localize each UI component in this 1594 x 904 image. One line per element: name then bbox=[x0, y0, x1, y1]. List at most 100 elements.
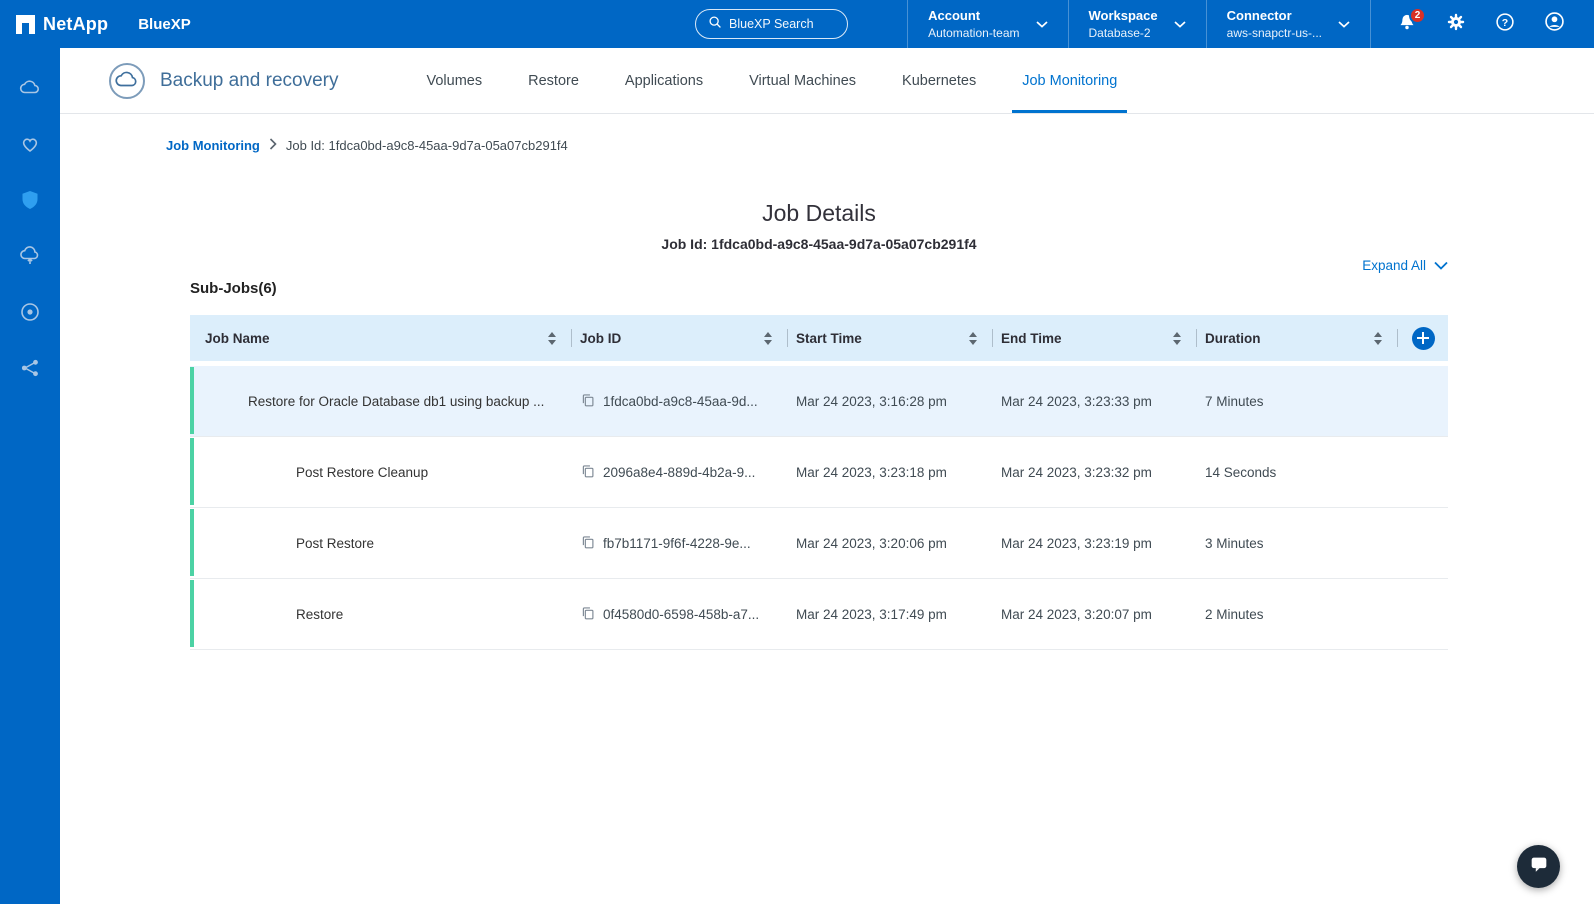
account-icon bbox=[1543, 10, 1566, 38]
chevron-down-icon bbox=[1036, 15, 1048, 33]
page: NetApp BlueXP Account Automation-team Wo… bbox=[0, 0, 1594, 904]
main-content: Job Monitoring Job Id: 1fdca0bd-a9c8-45a… bbox=[60, 114, 1594, 904]
expand-row: Expand All bbox=[190, 256, 1448, 274]
start-time-cell: Mar 24 2023, 3:17:49 pm bbox=[788, 607, 993, 622]
job-id-text: fb7b1171-9f6f-4228-9e... bbox=[603, 536, 751, 551]
sort-icon[interactable] bbox=[764, 332, 772, 345]
connector-menu[interactable]: Connector aws-snapctr-us-... bbox=[1206, 0, 1370, 48]
column-header-job-id[interactable]: Job ID bbox=[572, 315, 788, 361]
tab-restore[interactable]: Restore bbox=[528, 48, 579, 113]
breadcrumb-job-monitoring-link[interactable]: Job Monitoring bbox=[166, 138, 260, 153]
chevron-down-icon bbox=[1174, 15, 1186, 33]
duration-cell: 7 Minutes bbox=[1197, 394, 1398, 409]
copy-icon[interactable] bbox=[580, 534, 596, 553]
tab-virtual-machines[interactable]: Virtual Machines bbox=[749, 48, 856, 113]
start-time-cell: Mar 24 2023, 3:20:06 pm bbox=[788, 536, 993, 551]
sidebar-item-extensions[interactable] bbox=[18, 356, 42, 380]
table-row[interactable]: Restore 0f4580d0-6598-458b-a7... Mar 24 … bbox=[190, 579, 1448, 650]
table-row[interactable]: Restore for Oracle Database db1 using ba… bbox=[190, 366, 1448, 437]
table-row[interactable]: Post Restore Cleanup 2096a8e4-889d-4b2a-… bbox=[190, 437, 1448, 508]
sidebar-item-governance[interactable] bbox=[18, 300, 42, 324]
left-sidebar bbox=[0, 48, 60, 904]
subjobs-table: Job Name Job ID Start Time End Time bbox=[190, 315, 1448, 650]
help-button[interactable]: ? bbox=[1493, 12, 1517, 36]
sort-icon[interactable] bbox=[1173, 332, 1181, 345]
expand-all-button[interactable]: Expand All bbox=[1362, 256, 1448, 274]
duration-cell: 3 Minutes bbox=[1197, 536, 1398, 551]
chat-icon bbox=[1528, 853, 1550, 880]
add-column-button[interactable] bbox=[1412, 327, 1435, 350]
job-id-subtitle: Job Id: 1fdca0bd-a9c8-45aa-9d7a-05a07cb2… bbox=[190, 236, 1448, 252]
job-id-cell: 2096a8e4-889d-4b2a-9... bbox=[572, 463, 788, 482]
breadcrumb: Job Monitoring Job Id: 1fdca0bd-a9c8-45a… bbox=[166, 136, 1594, 154]
notification-badge: 2 bbox=[1409, 7, 1426, 24]
bluexp-product-text: BlueXP bbox=[138, 16, 191, 33]
chat-button[interactable] bbox=[1517, 845, 1560, 888]
svg-text:?: ? bbox=[1502, 16, 1508, 28]
start-time-cell: Mar 24 2023, 3:16:28 pm bbox=[788, 394, 993, 409]
column-header-duration[interactable]: Duration bbox=[1197, 315, 1398, 361]
sidebar-item-protection[interactable] bbox=[18, 188, 42, 212]
job-id-text: 2096a8e4-889d-4b2a-9... bbox=[603, 465, 755, 480]
service-title: Backup and recovery bbox=[160, 70, 339, 92]
account-menu[interactable]: Account Automation-team bbox=[907, 0, 1067, 48]
tab-job-monitoring[interactable]: Job Monitoring bbox=[1022, 48, 1117, 113]
chevron-down-icon bbox=[1338, 15, 1350, 33]
account-menu-label: Account bbox=[928, 8, 1019, 23]
service-header: Backup and recovery Volumes Restore Appl… bbox=[60, 48, 1594, 114]
sidebar-item-canvas[interactable] bbox=[18, 76, 42, 100]
table-row[interactable]: Post Restore fb7b1171-9f6f-4228-9e... Ma… bbox=[190, 508, 1448, 579]
help-icon: ? bbox=[1494, 11, 1516, 38]
bluexp-search[interactable] bbox=[695, 9, 848, 39]
protection-shield-icon bbox=[18, 199, 42, 216]
sidebar-item-mobility[interactable] bbox=[18, 244, 42, 268]
sort-icon[interactable] bbox=[548, 332, 556, 345]
subjobs-heading: Sub-Jobs(6) bbox=[190, 280, 1448, 297]
end-time-cell: Mar 24 2023, 3:23:19 pm bbox=[993, 536, 1197, 551]
column-label: Job ID bbox=[580, 331, 621, 346]
job-id-cell: 0f4580d0-6598-458b-a7... bbox=[572, 605, 788, 624]
tab-applications[interactable]: Applications bbox=[625, 48, 703, 113]
connector-menu-label: Connector bbox=[1227, 8, 1322, 23]
sort-icon[interactable] bbox=[969, 332, 977, 345]
workspace-menu-label: Workspace bbox=[1089, 8, 1158, 23]
sidebar-item-health[interactable] bbox=[18, 132, 42, 156]
health-icon bbox=[18, 143, 42, 160]
tab-kubernetes[interactable]: Kubernetes bbox=[902, 48, 976, 113]
job-id-text: 0f4580d0-6598-458b-a7... bbox=[603, 607, 759, 622]
column-header-start-time[interactable]: Start Time bbox=[788, 315, 993, 361]
netapp-logo-icon bbox=[16, 15, 35, 34]
service-tabs: Volumes Restore Applications Virtual Mac… bbox=[427, 48, 1118, 113]
column-header-end-time[interactable]: End Time bbox=[993, 315, 1197, 361]
user-account-button[interactable] bbox=[1542, 12, 1566, 36]
search-input[interactable] bbox=[729, 17, 834, 31]
job-details-section: Job Details Job Id: 1fdca0bd-a9c8-45aa-9… bbox=[190, 200, 1448, 650]
job-name-cell: Post Restore bbox=[190, 536, 572, 551]
add-column-cell bbox=[1398, 315, 1448, 361]
chevron-down-icon bbox=[1434, 258, 1448, 273]
top-right: Account Automation-team Workspace Databa… bbox=[907, 0, 1594, 48]
workspace-menu[interactable]: Workspace Database-2 bbox=[1068, 0, 1206, 48]
copy-icon[interactable] bbox=[580, 605, 596, 624]
copy-icon[interactable] bbox=[580, 463, 596, 482]
page-title: Job Details bbox=[190, 200, 1448, 227]
copy-icon[interactable] bbox=[580, 392, 596, 411]
job-id-text: 1fdca0bd-a9c8-45aa-9d... bbox=[603, 394, 758, 409]
end-time-cell: Mar 24 2023, 3:23:33 pm bbox=[993, 394, 1197, 409]
top-bar: NetApp BlueXP Account Automation-team Wo… bbox=[0, 0, 1594, 48]
gear-icon bbox=[1445, 11, 1467, 38]
sort-icon[interactable] bbox=[1374, 332, 1382, 345]
end-time-cell: Mar 24 2023, 3:20:07 pm bbox=[993, 607, 1197, 622]
expand-all-label: Expand All bbox=[1362, 258, 1426, 273]
tab-volumes[interactable]: Volumes bbox=[427, 48, 483, 113]
column-header-job-name[interactable]: Job Name bbox=[190, 315, 572, 361]
icon-tray: 2 bbox=[1370, 0, 1594, 48]
table-header: Job Name Job ID Start Time End Time bbox=[190, 315, 1448, 361]
breadcrumb-chevron-icon bbox=[269, 138, 277, 153]
notifications-button[interactable]: 2 bbox=[1395, 12, 1419, 36]
column-label: Job Name bbox=[205, 331, 270, 346]
settings-button[interactable] bbox=[1444, 12, 1468, 36]
column-label: End Time bbox=[1001, 331, 1062, 346]
search-icon bbox=[708, 15, 722, 34]
extensions-nodes-icon bbox=[18, 367, 42, 384]
